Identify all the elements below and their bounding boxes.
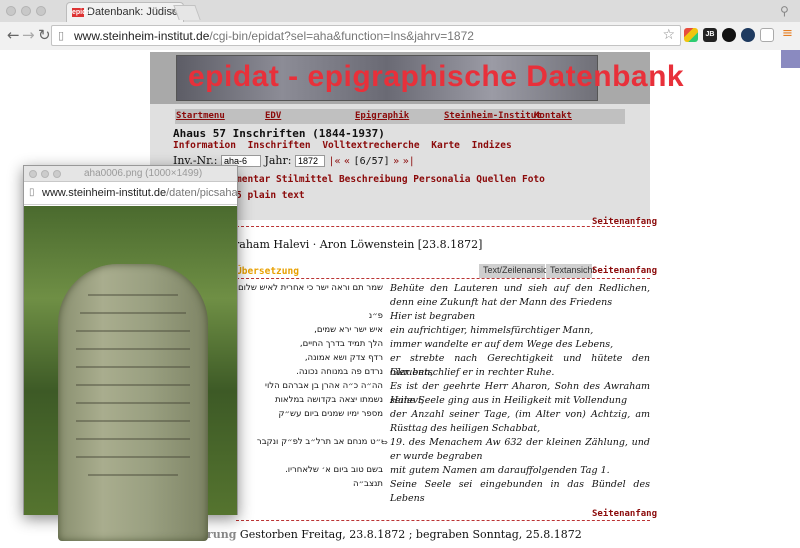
banner-title: epidat - epigraphische Datenbank	[188, 60, 685, 93]
line-view-button[interactable]: Text/Zeilenansicht	[479, 264, 555, 278]
german-line: Hier ist begraben	[390, 311, 476, 322]
nav-first-button[interactable]: |«	[328, 156, 340, 167]
gravestone	[58, 264, 208, 541]
link-volltextrecherche[interactable]: Volltextrecherche	[322, 140, 419, 151]
extension-globe-icon[interactable]	[741, 28, 755, 42]
german-line: hier entschlief er in rechter Ruhe.	[390, 367, 555, 378]
link-inschriften[interactable]: Inschriften	[248, 140, 311, 151]
line-link-icon[interactable]: ⇔	[381, 438, 388, 447]
nav-count: [6/57]	[353, 156, 390, 167]
gravestone-photo	[24, 206, 237, 541]
record-tabs[interactable]: mentar Stilmittel Beschreibung Personali…	[236, 174, 545, 185]
extension-circle-icon[interactable]	[722, 28, 736, 42]
german-line: immer wandelte er auf dem Wege des Leben…	[390, 339, 614, 350]
german-line: seine Seele ging aus in Heiligkeit mit V…	[390, 395, 628, 406]
popup-url-path: /daten/picsaha/xl/...	[166, 187, 237, 199]
popup-titlebar: aha0006.png (1000×1499)	[24, 166, 237, 182]
hebrew-line: נרדם פה במנוחה נכונה.	[296, 367, 383, 377]
tab-title: Datenbank: Jüdische Grab	[87, 6, 183, 18]
german-line: mit gutem Namen am darauffolgenden Tag 1…	[390, 465, 610, 476]
hebrew-line: בשם טוב ביום א׳ שלאחריו.	[285, 465, 383, 475]
browser-tab[interactable]: epidat Datenbank: Jüdische Grab ×	[66, 2, 184, 22]
browser-chrome: epidat Datenbank: Jüdische Grab × ← → ↻ …	[0, 0, 800, 50]
nav-next-button[interactable]: »	[393, 156, 399, 167]
menu-edv[interactable]: EDV	[265, 111, 281, 121]
hebrew-line: מספר ימיו שמנים ביום עש״ק	[278, 409, 383, 419]
nav-last-button[interactable]: »|	[403, 156, 415, 167]
url-text: www.steinheim-institut.de/cgi-bin/epidat…	[74, 29, 474, 43]
profile-icon[interactable]: ⚲	[780, 4, 789, 18]
url-path: /cgi-bin/epidat?sel=aha&function=Ins&jah…	[209, 29, 474, 43]
hamburger-menu-icon[interactable]: ≡	[782, 26, 793, 41]
hebrew-line: י״ט מנחם אב תרל״ב לפ״ק ונקבר	[256, 437, 383, 447]
popup-minimize-button[interactable]	[41, 170, 49, 178]
page-title: Ahaus 57 Inschriften (1844-1937)	[173, 127, 385, 140]
german-line: ein aufrichtiger, himmelsfürchtiger Mann…	[390, 325, 594, 336]
top-of-page-link[interactable]: Seitenanfang	[592, 509, 657, 519]
hebrew-line: הה״ה כ״ה אהרן בן אברהם הלוי	[265, 381, 383, 391]
close-window-button[interactable]	[6, 6, 16, 16]
popup-title: aha0006.png (1000×1499)	[84, 168, 203, 179]
minimize-window-button[interactable]	[21, 6, 31, 16]
bookmark-star-icon[interactable]: ☆	[662, 27, 675, 43]
text-view-button[interactable]: Textansicht	[546, 264, 595, 278]
hebrew-line: שמר תם וראה ישר כי אחרית לאיש שלום	[238, 283, 383, 293]
link-information[interactable]: Information	[173, 140, 236, 151]
image-popup-window[interactable]: aha0006.png (1000×1499) ▯ www.steinheim-…	[23, 165, 238, 541]
forward-arrow-icon[interactable]: →	[22, 27, 35, 43]
divider	[236, 520, 650, 521]
popup-close-button[interactable]	[29, 170, 37, 178]
menu-kontakt[interactable]: Kontakt	[534, 111, 572, 121]
url-host: www.steinheim-institut.de	[74, 29, 210, 43]
favicon-icon: epidat	[72, 8, 93, 17]
year-input[interactable]	[294, 155, 325, 167]
hebrew-line: תנצב״ה	[353, 479, 383, 489]
extension-cube-icon[interactable]	[684, 28, 698, 42]
hebrew-line: רדף צדק ושא אמונה,	[304, 353, 383, 363]
translation-label: Übersetzung	[236, 266, 299, 277]
hebrew-line: איש ישר ירא שמים,	[314, 325, 383, 335]
popup-zoom-button[interactable]	[53, 170, 61, 178]
dating-line: Datierung Gestorben Freitag, 23.8.1872 ;…	[174, 528, 582, 541]
hebrew-line: נשמתו יצאה בקדושה במלאות	[275, 395, 383, 405]
person-line: raham Halevi · Aron Löwenstein [23.8.187…	[234, 238, 483, 251]
back-arrow-icon[interactable]: ←	[7, 27, 20, 43]
extension-jb-icon[interactable]: JB	[703, 28, 717, 42]
hebrew-line: פ״נ	[368, 311, 383, 321]
popup-url: www.steinheim-institut.de/daten/picsaha/…	[42, 187, 237, 199]
year-label: Jahr:	[264, 154, 292, 167]
nav-prev-button[interactable]: «	[344, 156, 350, 167]
divider	[236, 278, 650, 279]
menu-startmenu[interactable]: Startmenu	[176, 111, 225, 121]
address-bar[interactable]: ▯ www.steinheim-institut.de/cgi-bin/epid…	[51, 25, 681, 46]
divider	[236, 226, 650, 227]
hebrew-line: הלך תמיד בדרך החיים,	[299, 339, 383, 349]
popup-url-host: www.steinheim-institut.de	[42, 187, 167, 199]
dating-value: Gestorben Freitag, 23.8.1872 ; begraben …	[236, 528, 582, 541]
section-links: Information Inschriften Volltextrecherch…	[173, 140, 518, 151]
extension-page-icon[interactable]	[760, 28, 774, 42]
german-line: Behüte den Lauteren und sieh auf den Red…	[390, 283, 650, 308]
german-line: Seine Seele sei eingebunden in das Bünde…	[390, 479, 650, 504]
link-indizes[interactable]: Indizes	[472, 140, 512, 151]
top-of-page-link[interactable]: Seitenanfang	[592, 266, 657, 276]
plain-text-link[interactable]: 5 plain text	[236, 190, 305, 201]
sidebar-toggle-icon[interactable]	[781, 50, 800, 68]
page-icon: ▯	[58, 29, 65, 42]
top-of-page-link[interactable]: Seitenanfang	[592, 217, 657, 227]
zoom-window-button[interactable]	[36, 6, 46, 16]
reload-icon[interactable]: ↻	[38, 27, 51, 43]
german-line: 19. des Menachem Aw 632 der kleinen Zähl…	[390, 437, 650, 462]
menu-steinheim-institut[interactable]: Steinheim-Institut	[444, 111, 542, 121]
german-line: der Anzahl seiner Tage, (im Alter von) A…	[390, 409, 650, 434]
link-karte[interactable]: Karte	[431, 140, 460, 151]
page-icon: ▯	[29, 187, 35, 198]
menu-epigraphik[interactable]: Epigraphik	[355, 111, 409, 121]
